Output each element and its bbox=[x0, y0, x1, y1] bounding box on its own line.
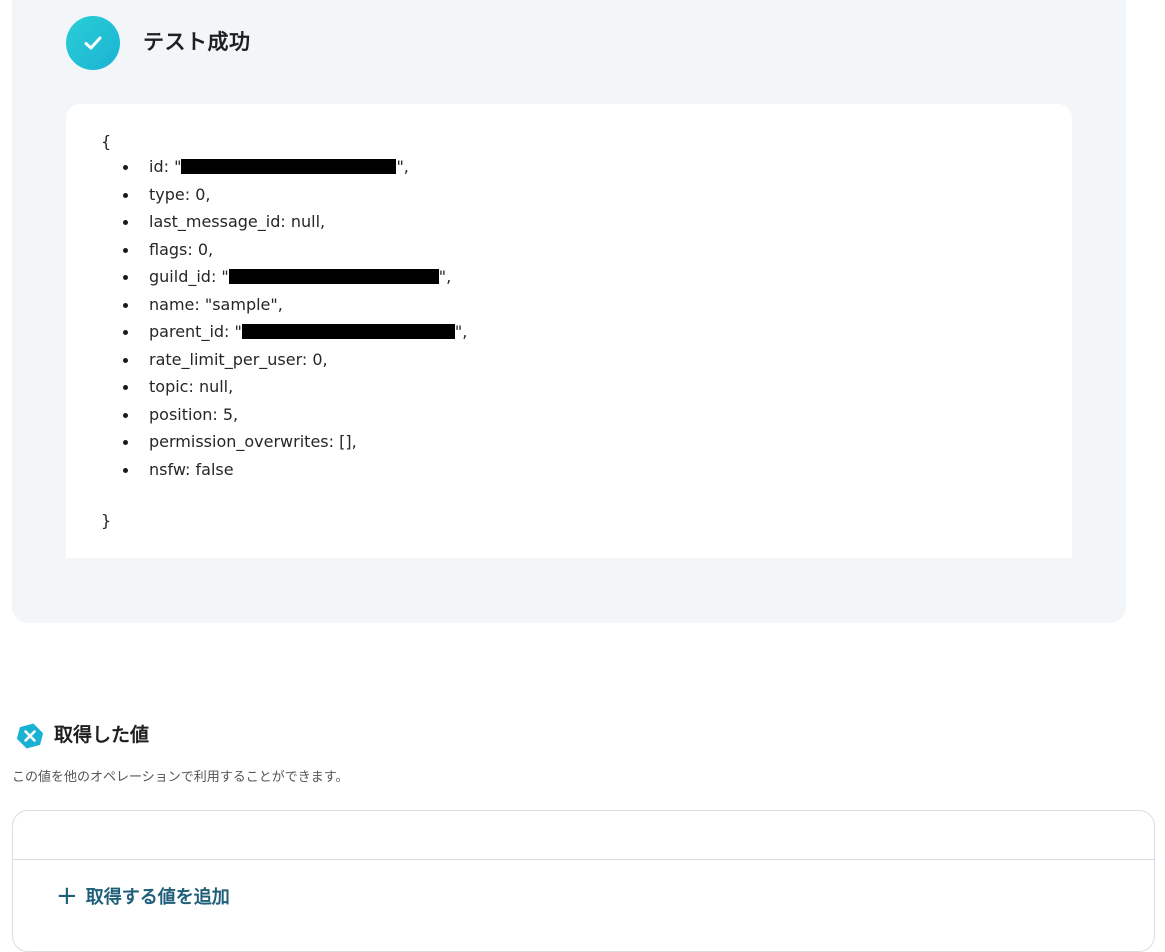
acquired-values-description: この値を他のオペレーションで利用することができます。 bbox=[12, 770, 349, 785]
json-close-brace: } bbox=[101, 511, 112, 530]
json-field-text: last_message_id: null, bbox=[149, 212, 326, 231]
json-field-text: guild_id: " bbox=[149, 267, 229, 286]
json-field-item: topic: null, bbox=[123, 373, 467, 401]
json-field-list: id: " ", type: 0, last_message_id: null, fla… bbox=[123, 153, 467, 483]
json-field-suffix: ", bbox=[438, 267, 452, 286]
json-field-text: topic: null, bbox=[149, 377, 234, 396]
plus-icon: + bbox=[56, 881, 78, 911]
json-field-text: position: 5, bbox=[149, 404, 239, 424]
test-success-title: テスト成功 bbox=[143, 30, 251, 54]
json-field-item: permission_overwrites: [], bbox=[123, 428, 467, 456]
divider bbox=[13, 859, 1154, 860]
add-value-button[interactable]: + 取得する値を追加 bbox=[56, 883, 230, 909]
variable-x-icon bbox=[16, 723, 44, 749]
json-field-text: type: 0, bbox=[149, 184, 211, 204]
redacted-value bbox=[228, 269, 439, 284]
check-icon bbox=[66, 16, 120, 70]
json-field-item: nsfw: false bbox=[123, 456, 467, 484]
acquired-values-box: + 取得する値を追加 bbox=[12, 810, 1155, 952]
json-field-text: id: " bbox=[149, 157, 182, 176]
json-field-item: last_message_id: null, bbox=[123, 208, 467, 236]
json-output-box: { id: " ", type: 0, last_message_id: null, f… bbox=[66, 104, 1072, 558]
json-field-item: type: 0, bbox=[123, 181, 467, 209]
json-field-item: guild_id: " ", bbox=[123, 263, 467, 291]
json-field-text: nsfw: false bbox=[149, 459, 234, 479]
json-field-item: position: 5, bbox=[123, 401, 467, 429]
add-value-label: 取得する値を追加 bbox=[85, 887, 230, 908]
redacted-value bbox=[241, 324, 455, 339]
json-field-item: id: " ", bbox=[123, 153, 467, 181]
json-field-text: parent_id: " bbox=[149, 322, 242, 341]
json-field-item: parent_id: " ", bbox=[123, 318, 467, 346]
json-open-brace: { bbox=[101, 132, 112, 151]
json-field-item: name: "sample", bbox=[123, 291, 467, 319]
acquired-values-title: 取得した値 bbox=[54, 724, 150, 746]
json-field-text: flags: 0, bbox=[149, 239, 214, 259]
json-field-suffix: ", bbox=[396, 157, 409, 176]
json-field-item: flags: 0, bbox=[123, 236, 467, 264]
json-field-text: name: "sample", bbox=[149, 294, 283, 314]
json-field-suffix: ", bbox=[454, 322, 468, 341]
json-field-text: rate_limit_per_user: 0, bbox=[149, 349, 328, 369]
redacted-value bbox=[181, 159, 397, 174]
json-field-item: rate_limit_per_user: 0, bbox=[123, 346, 467, 374]
json-field-text: permission_overwrites: [], bbox=[149, 432, 357, 451]
